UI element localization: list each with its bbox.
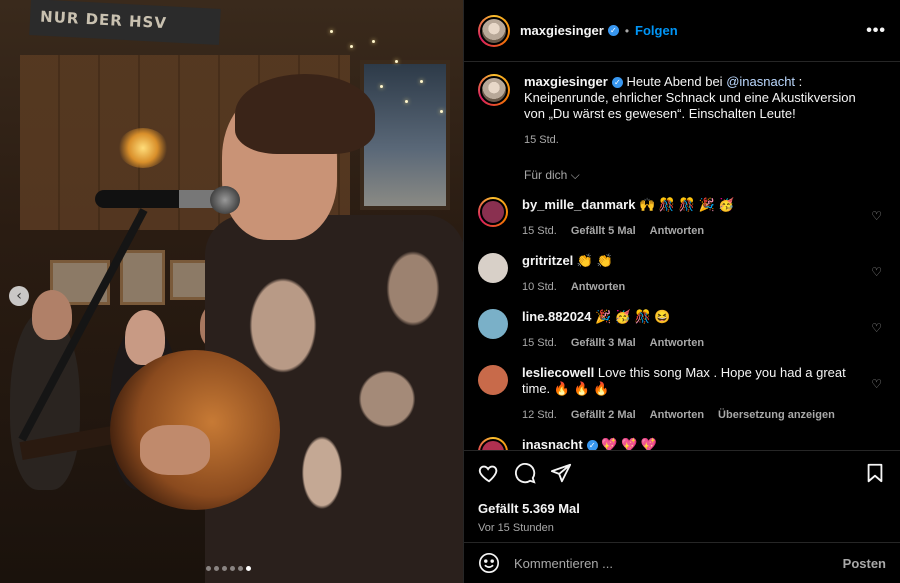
singer-hair	[235, 74, 375, 154]
more-options-icon[interactable]: •••	[866, 22, 886, 40]
caption-mention-link[interactable]: @inasnacht	[726, 74, 795, 89]
carousel-dot[interactable]	[230, 566, 235, 571]
comment-item: by_mille_danmark 🙌 🎊 🎊 🎉 🥳 15 Std. Gefäl…	[478, 197, 886, 239]
post-caption: maxgiesinger ✓ Heute Abend bei @inasnacht…	[478, 74, 886, 148]
commenter-avatar[interactable]	[478, 197, 508, 227]
translate-button[interactable]: Übersetzung anzeigen	[718, 407, 835, 423]
comment-item: line.882024 🎉 🥳 🎊 😆 15 Std. Gefällt 3 Ma…	[478, 309, 886, 351]
post-comment-button[interactable]: Posten	[843, 556, 886, 571]
like-heart-icon[interactable]	[478, 462, 500, 484]
comment-likes[interactable]: Gefällt 5 Mal	[571, 223, 636, 239]
verified-badge-icon: ✓	[607, 25, 619, 36]
post-header: maxgiesinger ✓ • Folgen •••	[464, 0, 900, 62]
comment-bubble-icon[interactable]	[514, 462, 536, 484]
reply-button[interactable]: Antworten	[650, 407, 704, 423]
comment-item: inasnacht✓ 💖 💖 💖 ♡	[478, 437, 886, 450]
comment-composer: Posten	[464, 542, 900, 583]
caption-author-avatar[interactable]	[478, 74, 510, 106]
commenter-username[interactable]: gritritzel	[522, 253, 573, 268]
commenter-username[interactable]: inasnacht	[522, 437, 583, 450]
carousel-prev-button[interactable]: ‹	[9, 286, 29, 306]
post-time: Vor 15 Stunden	[478, 522, 554, 534]
comment-like-heart-icon[interactable]: ♡	[871, 209, 882, 223]
commenter-avatar[interactable]	[478, 365, 508, 395]
carousel-dot[interactable]	[206, 566, 211, 571]
reply-button[interactable]: Antworten	[571, 279, 625, 295]
commenter-avatar[interactable]	[478, 437, 508, 450]
commenter-username[interactable]: line.882024	[522, 309, 591, 324]
comment-likes[interactable]: Gefällt 3 Mal	[571, 335, 636, 351]
comment-text: 🎉 🥳 🎊 😆	[591, 309, 671, 324]
comment-filter-dropdown[interactable]: Für dich ⌵	[524, 168, 886, 183]
share-paper-plane-icon[interactable]	[550, 462, 572, 484]
microphone-head	[210, 186, 240, 214]
comment-time: 10 Std.	[522, 281, 557, 293]
comment-time: 15 Std.	[522, 337, 557, 349]
comment-text: 🙌 🎊 🎊 🎉 🥳	[635, 197, 735, 212]
comment-item: lesliecowell Love this song Max . Hope y…	[478, 365, 886, 423]
comment-item: gritritzel 👏 👏 10 Std. Antworten ♡	[478, 253, 886, 295]
follow-button[interactable]: Folgen	[635, 23, 678, 38]
caption-text-before: Heute Abend bei	[622, 74, 727, 89]
caption-username[interactable]: maxgiesinger	[524, 74, 608, 89]
commenter-avatar[interactable]	[478, 309, 508, 339]
comment-like-heart-icon[interactable]: ♡	[871, 265, 882, 279]
author-avatar[interactable]	[478, 14, 510, 47]
commenter-username[interactable]: lesliecowell	[522, 365, 594, 380]
wall-lamp	[118, 128, 168, 168]
post-details-panel: maxgiesinger ✓ • Folgen ••• maxgiesinger…	[463, 0, 900, 583]
comment-text: 👏 👏	[573, 253, 613, 268]
singer-hand	[140, 425, 210, 475]
comment-input[interactable]	[514, 555, 843, 571]
comment-time: 15 Std.	[522, 225, 557, 237]
comment-likes[interactable]: Gefällt 2 Mal	[571, 407, 636, 423]
author-username[interactable]: maxgiesinger	[520, 23, 604, 38]
separator-dot: •	[624, 23, 630, 38]
likes-count[interactable]: Gefällt 5.369 Mal	[478, 501, 886, 516]
post-photo[interactable]: NUR DER HSV ‹	[0, 0, 463, 583]
carousel-dot[interactable]	[238, 566, 243, 571]
carousel-dot-active[interactable]	[246, 566, 251, 571]
emoji-smiley-icon[interactable]	[478, 552, 500, 574]
caption-time: 15 Std.	[524, 134, 559, 146]
save-bookmark-icon[interactable]	[864, 462, 886, 484]
carousel-dot[interactable]	[214, 566, 219, 571]
reply-button[interactable]: Antworten	[650, 223, 704, 239]
wall-sign: NUR DER HSV	[29, 0, 221, 45]
post-actions: Gefällt 5.369 Mal Vor 15 Stunden	[464, 450, 900, 542]
reply-button[interactable]: Antworten	[650, 335, 704, 351]
verified-badge-icon: ✓	[586, 440, 598, 450]
carousel-dots	[206, 566, 251, 571]
commenter-avatar[interactable]	[478, 253, 508, 283]
verified-badge-icon: ✓	[611, 77, 623, 88]
commenter-username[interactable]: by_mille_danmark	[522, 197, 635, 212]
comment-like-heart-icon[interactable]: ♡	[871, 321, 882, 335]
carousel-dot[interactable]	[222, 566, 227, 571]
comment-like-heart-icon[interactable]: ♡	[871, 377, 882, 391]
comment-text: 💖 💖 💖	[597, 437, 658, 450]
comments-list[interactable]: maxgiesinger ✓ Heute Abend bei @inasnacht…	[464, 62, 900, 450]
comment-time: 12 Std.	[522, 409, 557, 421]
